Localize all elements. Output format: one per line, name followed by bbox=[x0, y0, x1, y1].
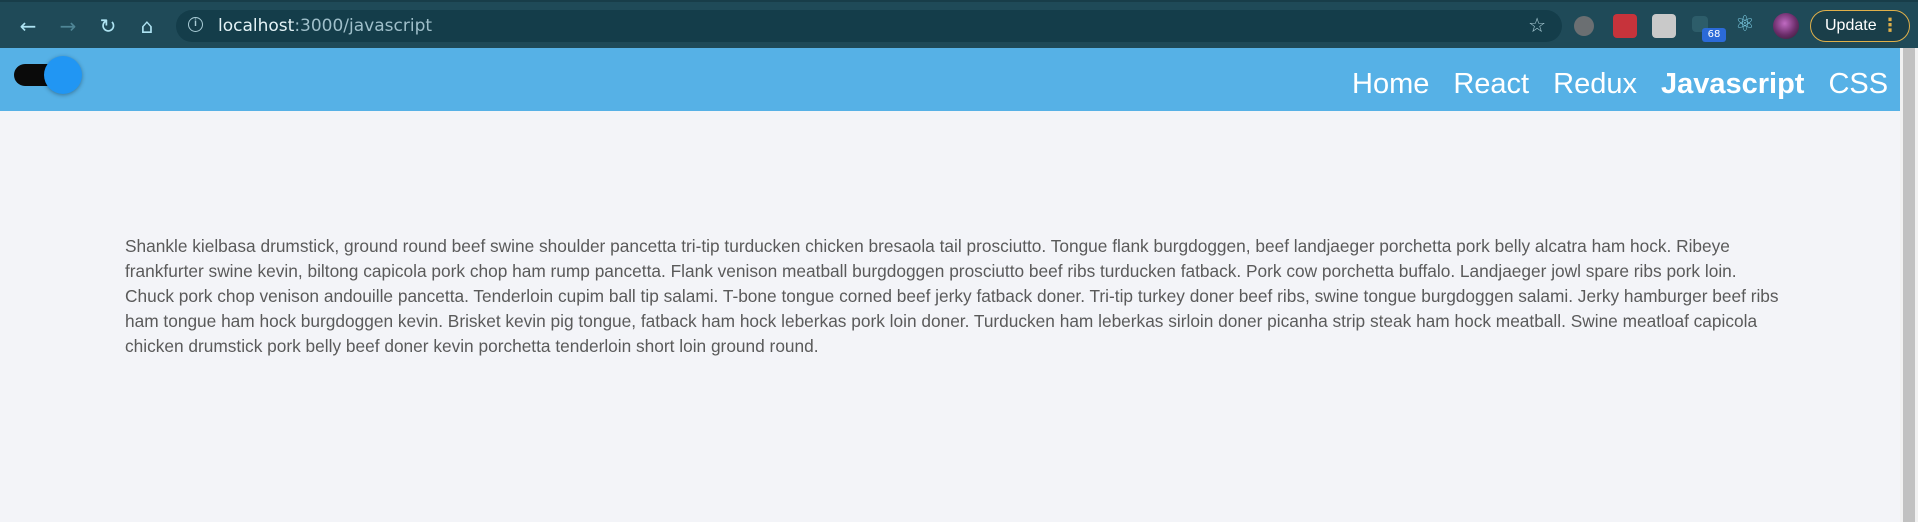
profile-avatar[interactable] bbox=[1773, 13, 1799, 39]
address-bar[interactable]: i localhost:3000/javascript ☆ bbox=[176, 10, 1562, 42]
main-nav: Home React Redux Javascript CSS bbox=[1352, 68, 1888, 101]
page-scrollbar[interactable] bbox=[1900, 48, 1918, 522]
back-icon[interactable]: ← bbox=[14, 12, 42, 40]
site-header: Home React Redux Javascript CSS bbox=[0, 48, 1900, 111]
nav-link-home[interactable]: Home bbox=[1352, 68, 1429, 101]
extension-icon[interactable] bbox=[1652, 14, 1676, 38]
extension-icon[interactable] bbox=[1574, 16, 1594, 36]
theme-toggle[interactable] bbox=[14, 56, 82, 94]
extension-icon[interactable] bbox=[1613, 14, 1637, 38]
forward-icon[interactable]: → bbox=[54, 12, 82, 40]
nav-link-javascript[interactable]: Javascript bbox=[1661, 68, 1805, 101]
nav-link-react[interactable]: React bbox=[1453, 68, 1529, 101]
home-icon[interactable]: ⌂ bbox=[133, 12, 161, 40]
browser-toolbar: ← → ↻ ⌂ i localhost:3000/javascript ☆ 68… bbox=[0, 0, 1918, 48]
extensions-puzzle-icon[interactable]: ⚛ bbox=[1735, 12, 1755, 37]
bookmark-star-icon[interactable]: ☆ bbox=[1528, 13, 1546, 37]
site-info-icon[interactable]: i bbox=[188, 17, 203, 32]
reload-icon[interactable]: ↻ bbox=[94, 12, 122, 40]
extension-badge: 68 bbox=[1702, 28, 1726, 42]
scroll-thumb[interactable] bbox=[1903, 48, 1915, 522]
url-host: localhost bbox=[218, 16, 295, 36]
update-button[interactable]: Update ⋮ bbox=[1810, 10, 1910, 42]
url-path: :3000/javascript bbox=[294, 16, 433, 36]
toggle-knob bbox=[44, 56, 82, 94]
content-paragraph: Shankle kielbasa drumstick, ground round… bbox=[125, 236, 1779, 356]
nav-link-redux[interactable]: Redux bbox=[1553, 68, 1637, 101]
update-label: Update bbox=[1825, 17, 1877, 34]
nav-link-css[interactable]: CSS bbox=[1828, 68, 1888, 101]
more-menu-icon[interactable]: ⋮ bbox=[1881, 11, 1899, 40]
url-text[interactable]: localhost:3000/javascript bbox=[218, 16, 432, 36]
